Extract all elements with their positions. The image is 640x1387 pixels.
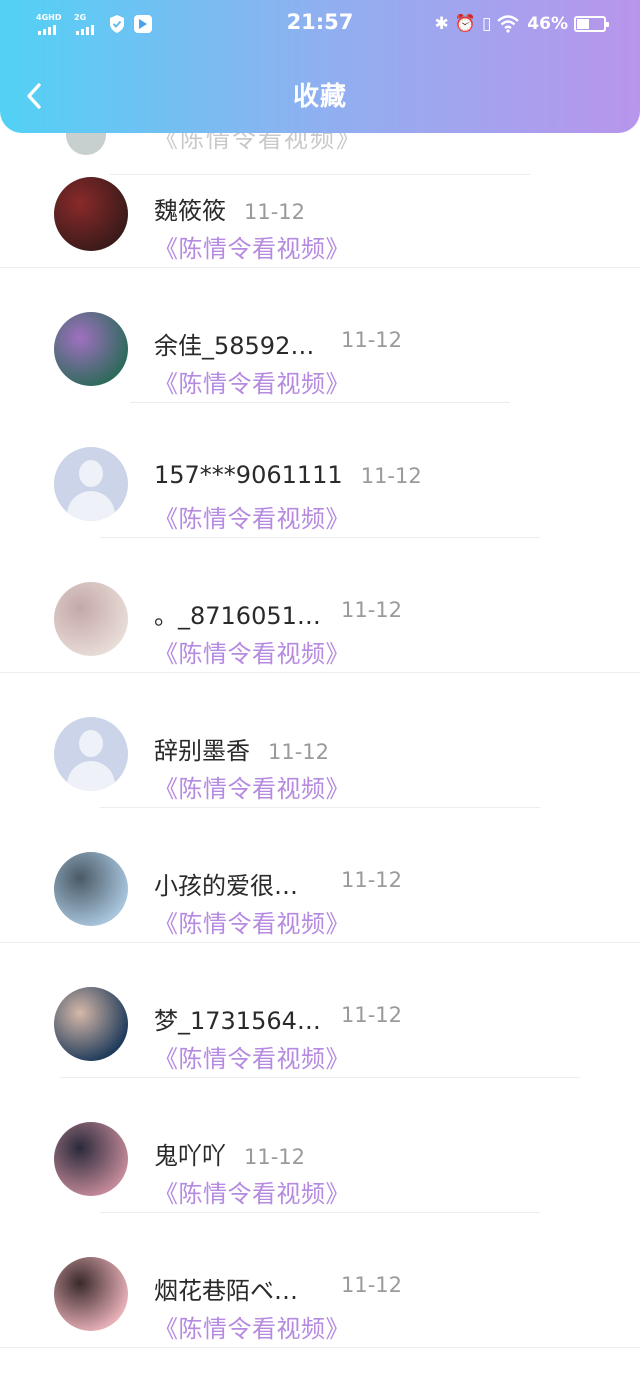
username[interactable]: 梦_1731564…	[154, 1001, 321, 1036]
video-title-link[interactable]: 《陈情令看视频》	[154, 1174, 350, 1209]
alarm-icon: ⏰	[454, 14, 476, 34]
name-line: 鬼吖吖 11-12	[154, 1136, 305, 1170]
username[interactable]: 辞别墨香	[154, 731, 250, 766]
vibrate-icon: ▯	[481, 14, 492, 34]
name-line: 辞别墨香 11-12	[154, 731, 329, 765]
name-line: 余佳_58592… 11-12	[154, 326, 402, 361]
list-item[interactable]: 烟花巷陌ベ… 11-12 《陈情令看视频》	[0, 1213, 640, 1348]
battery-percent: 46%	[527, 14, 568, 34]
avatar[interactable]	[54, 1122, 128, 1196]
date-label: 11-12	[341, 1273, 403, 1297]
list-item[interactable]: 余佳_58592… 11-12 《陈情令看视频》	[0, 268, 640, 403]
date-label: 11-12	[244, 1145, 306, 1169]
username[interactable]: 烟花巷陌ベ…	[154, 1271, 298, 1306]
divider	[0, 1347, 640, 1348]
list-item[interactable]: 。_8716051… 11-12 《陈情令看视频》	[0, 538, 640, 673]
video-title-link[interactable]: 《陈情令看视频》	[154, 499, 350, 534]
wifi-icon	[497, 15, 520, 33]
avatar[interactable]	[54, 852, 128, 926]
video-title-link[interactable]: 《陈情令看视频》	[154, 904, 350, 939]
video-title-link[interactable]: 《陈情令看视频》	[154, 364, 350, 399]
list-item[interactable]: 魏筱筱 11-12 《陈情令看视频》	[0, 133, 640, 268]
video-title-link[interactable]: 《陈情令看视频》	[154, 229, 350, 264]
date-label: 11-12	[341, 868, 403, 892]
video-title-link[interactable]: 《陈情令看视频》	[154, 634, 350, 669]
date-label: 11-12	[244, 200, 306, 224]
list-item[interactable]: 小孩的爱很… 11-12 《陈情令看视频》	[0, 808, 640, 943]
date-label: 11-12	[341, 598, 403, 622]
list-item[interactable]: 157***9061111 11-12 《陈情令看视频》	[0, 403, 640, 538]
date-label: 11-12	[341, 1003, 403, 1027]
username[interactable]: 小孩的爱很…	[154, 866, 298, 901]
avatar[interactable]	[54, 177, 128, 251]
video-title-link[interactable]: 《陈情令看视频》	[154, 769, 350, 804]
video-title-link[interactable]: 《陈情令看视频》	[154, 1039, 350, 1074]
default-avatar[interactable]	[54, 447, 128, 521]
page-title: 收藏	[292, 82, 347, 112]
username[interactable]: 余佳_58592…	[154, 326, 314, 361]
avatar[interactable]	[54, 582, 128, 656]
name-line: 魏筱筱 11-12	[154, 191, 305, 225]
date-label: 11-12	[341, 328, 403, 352]
username[interactable]: 鬼吖吖	[154, 1136, 226, 1171]
username[interactable]: 157***9061111	[154, 461, 343, 489]
username[interactable]: 。_8716051…	[154, 596, 321, 631]
video-title-link[interactable]: 《陈情令看视频》	[154, 1309, 350, 1344]
app-header: 4GHD 2G 21:57 ✱ ⏰ ▯ 46% 收藏	[0, 0, 640, 133]
default-avatar[interactable]	[54, 717, 128, 791]
date-label: 11-12	[268, 740, 330, 764]
avatar[interactable]	[54, 1257, 128, 1331]
list-item[interactable]: 鬼吖吖 11-12 《陈情令看视频》	[0, 1078, 640, 1213]
name-line: 小孩的爱很… 11-12	[154, 866, 402, 901]
name-line: 烟花巷陌ベ… 11-12	[154, 1271, 402, 1306]
avatar[interactable]	[54, 312, 128, 386]
avatar[interactable]	[54, 987, 128, 1061]
bluetooth-icon: ✱	[434, 14, 449, 34]
name-line: 。_8716051… 11-12	[154, 596, 402, 631]
status-bar: 4GHD 2G 21:57 ✱ ⏰ ▯ 46%	[0, 0, 640, 48]
list-item[interactable]: 梦_1731564… 11-12 《陈情令看视频》	[0, 943, 640, 1078]
battery-icon	[574, 16, 609, 32]
date-label: 11-12	[360, 464, 422, 488]
username[interactable]: 魏筱筱	[154, 191, 226, 226]
list-item[interactable]: 辞别墨香 11-12 《陈情令看视频》	[0, 673, 640, 808]
name-line: 157***9061111 11-12	[154, 461, 422, 495]
name-line: 梦_1731564… 11-12	[154, 1001, 402, 1036]
